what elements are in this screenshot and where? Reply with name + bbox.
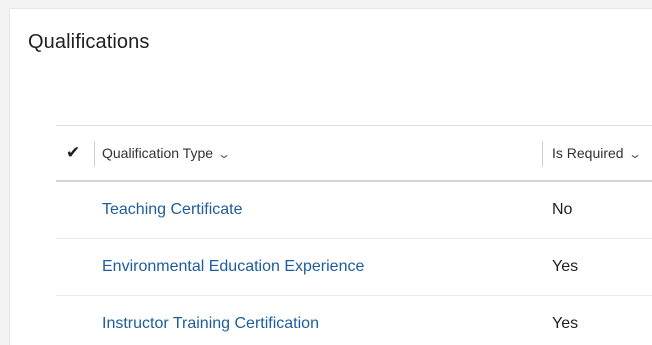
is-required-value: Yes: [552, 258, 579, 275]
is-required-value: No: [552, 201, 573, 218]
chevron-down-icon: ⌄: [627, 147, 642, 161]
is-required-value: Yes: [552, 315, 579, 332]
qualification-type-link[interactable]: Teaching Certificate: [102, 201, 243, 219]
table-row[interactable]: Instructor Training Certification Yes: [56, 296, 652, 345]
column-header-label: Qualification Type: [102, 145, 214, 161]
chevron-down-icon: ⌄: [217, 147, 232, 161]
qualification-type-link[interactable]: Environmental Education Experience: [102, 258, 364, 276]
column-divider: [542, 141, 543, 167]
column-header-qualification-type[interactable]: Qualification Type ⌄: [102, 145, 232, 161]
qualifications-card: Qualifications ✔ Qualification Type ⌄ Is …: [9, 8, 652, 345]
table-row[interactable]: Environmental Education Experience Yes: [56, 239, 652, 296]
column-header-label: Is Required: [552, 145, 624, 161]
column-divider: [94, 141, 95, 167]
select-all-checkmark-icon[interactable]: ✔: [66, 144, 84, 162]
qualifications-grid: ✔ Qualification Type ⌄ Is Required ⌄ Teach…: [56, 125, 652, 345]
table-row[interactable]: Teaching Certificate No: [56, 182, 652, 239]
grid-header: ✔ Qualification Type ⌄ Is Required ⌄: [56, 125, 652, 182]
qualification-type-link[interactable]: Instructor Training Certification: [102, 315, 319, 333]
column-header-is-required[interactable]: Is Required ⌄: [552, 145, 642, 161]
section-title: Qualifications: [28, 31, 150, 53]
